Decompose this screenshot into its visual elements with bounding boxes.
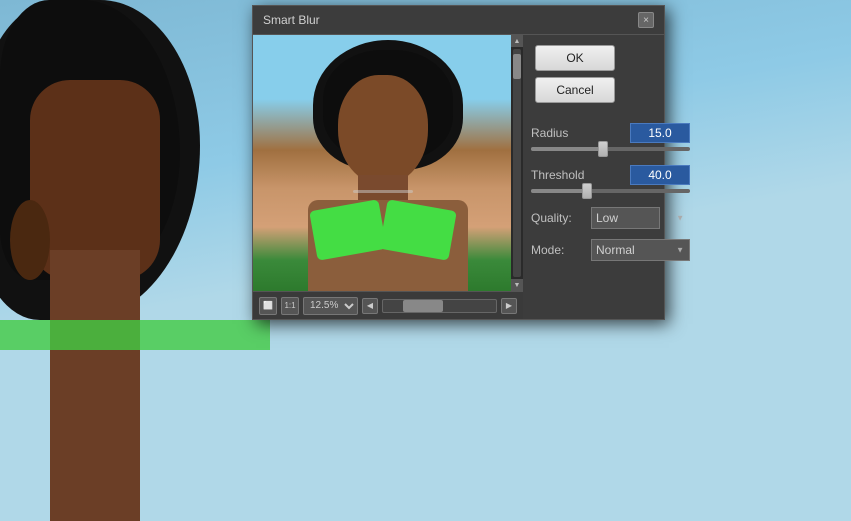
- right-panel: OK Cancel Radius: [523, 35, 698, 319]
- threshold-slider-track[interactable]: [531, 189, 690, 193]
- preview-wrapper: ▲ ▼: [253, 35, 523, 291]
- zoom-dropdown[interactable]: 12.5%: [303, 297, 358, 315]
- quality-row: Quality: Low Medium High ▼: [531, 207, 690, 229]
- radius-label: Radius: [531, 126, 568, 140]
- mode-row: Mode: Normal Edge Only Overlay Edge ▼: [531, 239, 690, 261]
- mode-dropdown[interactable]: Normal Edge Only Overlay Edge: [591, 239, 690, 261]
- action-buttons: OK Cancel: [523, 35, 633, 113]
- quality-label: Quality:: [531, 211, 591, 225]
- scroll-up-icon[interactable]: ▲: [511, 35, 523, 47]
- threshold-slider-fill: [531, 189, 587, 193]
- threshold-input[interactable]: [630, 165, 690, 185]
- mode-label: Mode:: [531, 243, 591, 257]
- threshold-row: Threshold: [531, 165, 690, 193]
- preview-nav-bar[interactable]: [382, 299, 497, 313]
- cancel-button[interactable]: Cancel: [535, 77, 615, 103]
- ok-button[interactable]: OK: [535, 45, 615, 71]
- preview-image[interactable]: [253, 35, 523, 291]
- threshold-slider-thumb[interactable]: [582, 183, 592, 199]
- dialog-title-bar: Smart Blur ×: [253, 6, 664, 35]
- radius-slider-track[interactable]: [531, 147, 690, 151]
- dialog-body: ▲ ▼ ⬜ 1:1 12.5% ◀ ▶: [253, 35, 664, 319]
- zoom-actual-button[interactable]: 1:1: [281, 297, 299, 315]
- quality-dropdown-wrapper: Low Medium High ▼: [591, 207, 690, 229]
- close-button[interactable]: ×: [638, 12, 654, 28]
- nav-left-icon[interactable]: ◀: [362, 298, 378, 314]
- radius-row: Radius: [531, 123, 690, 151]
- quality-dropdown-arrow-icon: ▼: [676, 214, 684, 223]
- smart-blur-dialog: Smart Blur ×: [252, 5, 665, 320]
- nav-thumb: [403, 300, 443, 312]
- controls-panel: Radius Threshold: [523, 113, 698, 319]
- preview-area: ▲ ▼ ⬜ 1:1 12.5% ◀ ▶: [253, 35, 523, 319]
- radius-slider-fill: [531, 147, 603, 151]
- preview-vscroll[interactable]: ▲ ▼: [511, 35, 523, 291]
- radius-input[interactable]: [630, 123, 690, 143]
- preview-toolbar: ⬜ 1:1 12.5% ◀ ▶: [253, 291, 523, 319]
- scroll-down-icon[interactable]: ▼: [511, 279, 523, 291]
- quality-dropdown[interactable]: Low Medium High: [591, 207, 660, 229]
- dialog-title: Smart Blur: [263, 13, 320, 27]
- zoom-fit-button[interactable]: ⬜: [259, 297, 277, 315]
- threshold-label: Threshold: [531, 168, 584, 182]
- nav-right-icon[interactable]: ▶: [501, 298, 517, 314]
- radius-slider-thumb[interactable]: [598, 141, 608, 157]
- mode-dropdown-wrapper: Normal Edge Only Overlay Edge ▼: [591, 239, 690, 261]
